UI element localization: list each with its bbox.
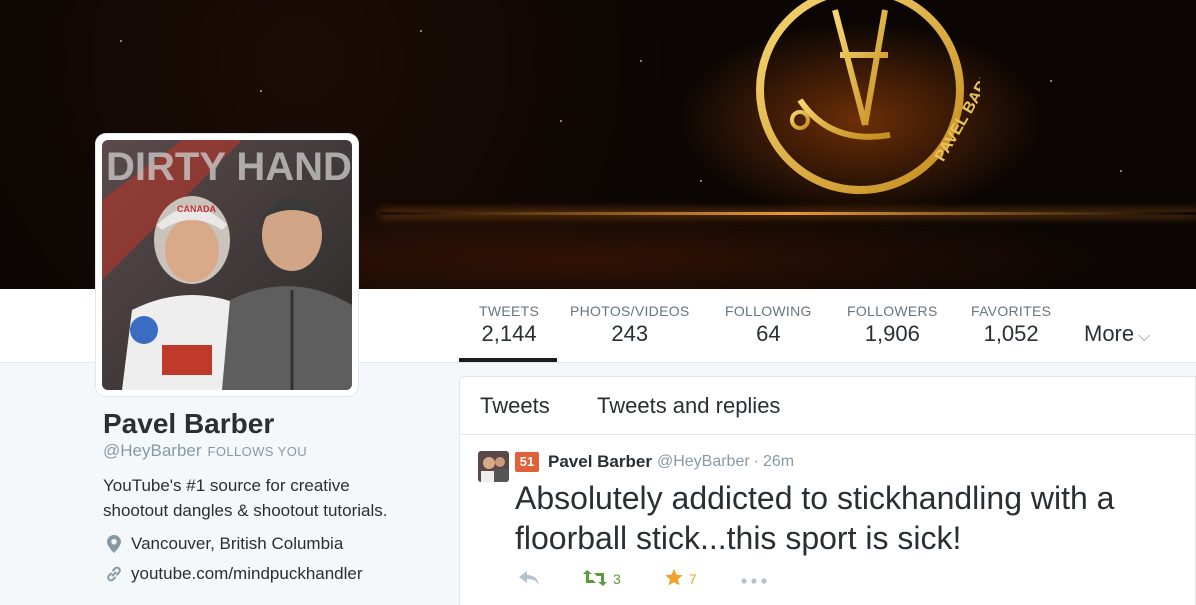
stat-value: 2,144 xyxy=(481,321,537,346)
stat-label: PHOTOS/VIDEOS xyxy=(570,303,690,319)
retweet-button[interactable]: 3 xyxy=(583,569,621,589)
reply-icon xyxy=(519,570,539,588)
profile-url: youtube.com/mindpuckhandler xyxy=(105,564,363,584)
location-pin-icon xyxy=(105,534,123,554)
link-icon xyxy=(105,564,123,584)
stat-value: 1,906 xyxy=(864,321,920,346)
stat-label: FAVORITES xyxy=(971,303,1052,319)
profile-bio: YouTube's #1 source for creative shootou… xyxy=(103,473,443,523)
stat-value: 64 xyxy=(756,321,781,346)
pavel-barber-logo: PAVEL BARBER xyxy=(756,0,980,194)
chevron-down-icon: ⌵ xyxy=(1138,328,1151,345)
bio-line: shootout dangles & shootout tutorials. xyxy=(103,501,388,520)
tweet-author-name[interactable]: Pavel Barber xyxy=(548,452,652,472)
tweet-text: Absolutely addicted to stickhandling wit… xyxy=(515,478,1185,558)
more-menu-button[interactable]: More ⌵ xyxy=(1084,321,1150,347)
profile-handle-row: @HeyBarber FOLLOWS YOU xyxy=(103,441,307,461)
tweet-avatar[interactable] xyxy=(478,451,509,482)
bio-line: YouTube's #1 source for creative xyxy=(103,476,350,495)
stat-favorites[interactable]: FAVORITES 1,052 xyxy=(971,303,1051,347)
tweet-header: 51 Pavel Barber @HeyBarber · 26m xyxy=(515,452,794,472)
stat-photos-videos[interactable]: PHOTOS/VIDEOS 243 xyxy=(570,303,690,347)
stat-followers[interactable]: FOLLOWERS 1,906 xyxy=(847,303,938,347)
tweet-timestamp[interactable]: 26m xyxy=(763,453,794,471)
more-label: More xyxy=(1084,321,1135,346)
follows-you-badge: FOLLOWS YOU xyxy=(207,444,308,459)
retweet-icon xyxy=(583,569,607,589)
profile-name: Pavel Barber xyxy=(103,408,275,439)
stat-following[interactable]: FOLLOWING 64 xyxy=(725,303,812,347)
stat-label: FOLLOWERS xyxy=(847,303,938,319)
profile-handle[interactable]: @HeyBarber xyxy=(103,441,202,460)
more-actions-button[interactable] xyxy=(740,571,767,587)
tweet-actions: 3 7 xyxy=(519,569,811,589)
favorite-star-icon xyxy=(665,569,683,589)
profile-location: Vancouver, British Columbia xyxy=(105,534,343,554)
avatar-photo: DIRTY HANDS CANADA xyxy=(102,140,352,390)
stat-label: FOLLOWING xyxy=(725,303,812,319)
avatar-cap-text: CANADA xyxy=(177,204,216,214)
tweet-text-line: floorball stick...this sport is sick! xyxy=(515,520,962,556)
profile-link[interactable]: youtube.com/mindpuckhandler xyxy=(131,564,363,584)
location-text: Vancouver, British Columbia xyxy=(131,534,344,553)
stat-value: 243 xyxy=(611,321,649,346)
tweet-author-handle[interactable]: @HeyBarber xyxy=(657,453,750,471)
avatar-overlay-text: DIRTY HANDS xyxy=(106,145,352,189)
stat-label: TWEETS xyxy=(479,303,540,319)
more-dots-icon xyxy=(740,571,767,587)
retweet-count: 3 xyxy=(613,571,621,587)
tweet[interactable]: 51 Pavel Barber @HeyBarber · 26m Absolut… xyxy=(459,376,1196,605)
favorite-count: 7 xyxy=(688,571,697,587)
favorite-button[interactable]: 7 xyxy=(665,569,697,589)
tweet-text-line: Absolutely addicted to stickhandling wit… xyxy=(515,480,1115,516)
profile-avatar[interactable]: DIRTY HANDS CANADA xyxy=(96,134,358,396)
stat-tweets[interactable]: TWEETS 2,144 xyxy=(458,303,558,362)
stat-value: 1,052 xyxy=(983,321,1039,346)
notification-badge: 51 xyxy=(515,452,539,472)
tweet-separator: · xyxy=(753,453,759,470)
reply-button[interactable] xyxy=(519,570,539,588)
